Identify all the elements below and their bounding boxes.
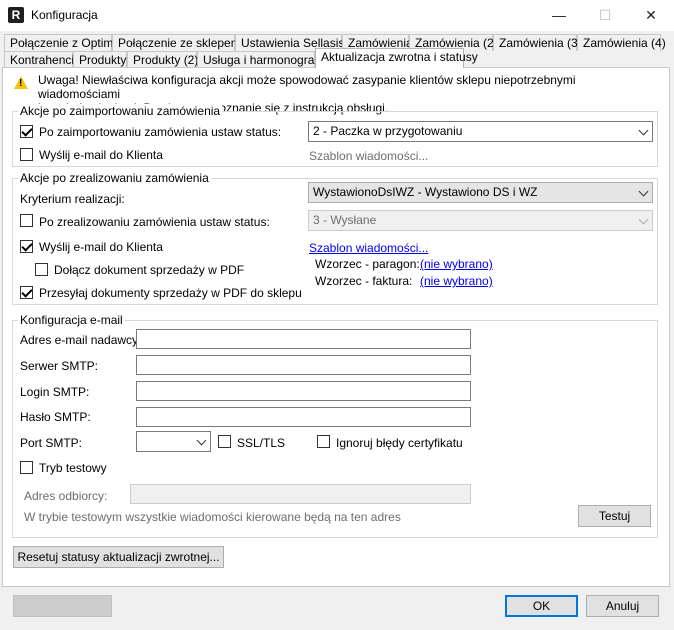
maximize-button[interactable]: ☐ [582, 0, 628, 30]
tab-shop-connection[interactable]: Połączenie ze sklepem [112, 34, 241, 51]
pattern-receipt-link[interactable]: (nie wybrano) [420, 257, 493, 271]
ignore-cert-label: Ignoruj błędy certyfikatu [336, 436, 463, 450]
sender-address-label: Adres e-mail nadawcy: [20, 333, 142, 347]
email-config-group [12, 320, 658, 538]
realize-send-email-checkbox[interactable] [20, 240, 33, 253]
realize-send-email-label: Wyślij e-mail do Klienta [39, 240, 163, 254]
cancel-button[interactable]: Anuluj [586, 595, 659, 617]
pattern-invoice-link[interactable]: (nie wybrano) [420, 274, 493, 288]
pattern-invoice-label: Wzorzec - faktura: [315, 274, 413, 288]
test-mode-note: W trybie testowym wszystkie wiadomości k… [24, 510, 401, 524]
realize-set-status-label: Po zrealizowaniu zamówienia ustaw status… [39, 215, 270, 229]
import-status-select[interactable]: 2 - Paczka w przygotowaniu [308, 121, 653, 142]
tab-optima[interactable]: Połączenie z Optima [4, 34, 120, 51]
import-set-status-label: Po zaimportowaniu zamówienia ustaw statu… [39, 125, 282, 139]
tab-feedback-statuses[interactable]: Aktualizacja zwrotna i statusy [315, 48, 478, 68]
ssl-tls-checkbox[interactable] [218, 435, 231, 448]
tab-service-schedule[interactable]: Usługa i harmonogram [197, 51, 324, 68]
import-set-status-checkbox[interactable] [20, 125, 33, 138]
realize-template-link[interactable]: Szablon wiadomości... [309, 241, 428, 255]
import-send-email-label: Wyślij e-mail do Klienta [39, 148, 163, 162]
test-button[interactable]: Testuj [578, 505, 651, 527]
tab-customers[interactable]: Kontrahenci [4, 51, 74, 68]
tab-orders-3[interactable]: Zamówienia (3) [493, 34, 582, 51]
close-button[interactable]: ✕ [628, 0, 674, 30]
disabled-footer-button[interactable] [13, 595, 112, 617]
realize-criterion-label: Kryterium realizacji: [20, 192, 125, 206]
realize-actions-legend: Akcje po zrealizowaniu zamówienia [18, 171, 211, 185]
recipient-address-input[interactable] [130, 484, 471, 504]
recipient-address-label: Adres odbiorcy: [24, 489, 108, 503]
smtp-server-label: Serwer SMTP: [20, 359, 99, 373]
realize-status-select[interactable]: 3 - Wysłane [308, 210, 653, 231]
smtp-password-label: Hasło SMTP: [20, 410, 91, 424]
import-send-email-checkbox[interactable] [20, 148, 33, 161]
sender-address-input[interactable] [136, 329, 471, 349]
import-actions-legend: Akcje po zaimportowaniu zamówienia [18, 104, 223, 118]
realize-criterion-select[interactable]: WystawionoDsIWZ - Wystawiono DS i WZ [308, 182, 653, 203]
smtp-login-input[interactable] [136, 381, 471, 401]
smtp-server-input[interactable] [136, 355, 471, 375]
smtp-port-select[interactable] [136, 431, 211, 452]
attach-doc-checkbox[interactable] [35, 263, 48, 276]
send-pdf-checkbox[interactable] [20, 286, 33, 299]
email-config-legend: Konfiguracja e-mail [18, 313, 125, 327]
smtp-login-label: Login SMTP: [20, 385, 90, 399]
ssl-tls-label: SSL/TLS [237, 436, 286, 450]
app-icon: R [8, 7, 24, 23]
chevron-down-icon [638, 186, 649, 197]
tab-orders-4[interactable]: Zamówienia (4) [577, 34, 666, 51]
reset-statuses-button[interactable]: Resetuj statusy aktualizacji zwrotnej... [13, 546, 224, 568]
warning-exclamation-icon: ! [19, 78, 23, 89]
chevron-down-icon [196, 435, 207, 446]
tab-products-2[interactable]: Produkty (2) [127, 51, 198, 68]
pattern-receipt-label: Wzorzec - paragon: [315, 257, 420, 271]
send-pdf-label: Przesyłaj dokumenty sprzedaży w PDF do s… [39, 286, 302, 300]
attach-doc-label: Dołącz dokument sprzedaży w PDF [54, 263, 245, 277]
smtp-port-label: Port SMTP: [20, 436, 83, 450]
test-mode-checkbox[interactable] [20, 461, 33, 474]
realize-set-status-checkbox[interactable] [20, 214, 33, 227]
minimize-button[interactable]: — [536, 0, 582, 30]
ignore-cert-checkbox[interactable] [317, 435, 330, 448]
test-mode-label: Tryb testowy [39, 461, 107, 475]
tab-products[interactable]: Produkty [73, 51, 127, 68]
chevron-down-icon [638, 214, 649, 225]
window-title: Konfiguracja [31, 8, 98, 22]
ok-button[interactable]: OK [505, 595, 578, 617]
chevron-down-icon [638, 125, 649, 136]
import-template-link: Szablon wiadomości... [309, 149, 429, 163]
smtp-password-input[interactable] [136, 407, 471, 427]
